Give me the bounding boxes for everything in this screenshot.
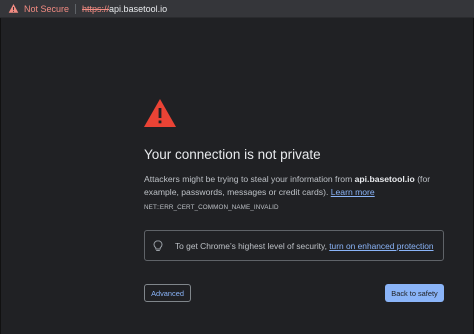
enhanced-protection-prefix: To get Chrome’s highest level of securit… — [175, 240, 330, 251]
enhanced-protection-box: To get Chrome’s highest level of securit… — [144, 230, 444, 261]
url-host: api.basetool.io — [109, 3, 168, 14]
interstitial-page: Your connection is not private Attackers… — [0, 18, 474, 334]
address-divider — [75, 3, 77, 14]
explanation-prefix: Attackers might be trying to steal your … — [144, 174, 355, 184]
not-secure-label[interactable]: Not Secure — [24, 4, 69, 14]
url-text[interactable]: https://api.basetool.io — [82, 4, 167, 14]
lightbulb-icon — [153, 239, 163, 252]
advanced-button[interactable]: Advanced — [144, 284, 191, 302]
learn-more-link[interactable]: Learn more — [331, 187, 375, 197]
back-to-safety-button[interactable]: Back to safety — [385, 284, 444, 302]
enhanced-protection-text: To get Chrome’s highest level of securit… — [175, 241, 434, 251]
page-title: Your connection is not private — [144, 147, 321, 162]
explanation-host: api.basetool.io — [354, 174, 415, 184]
enhanced-protection-link[interactable]: turn on enhanced protection — [329, 241, 433, 251]
address-bar[interactable]: Not Secure https://api.basetool.io — [0, 0, 474, 18]
url-scheme: https:// — [82, 3, 110, 14]
explanation-text: Attackers might be trying to steal your … — [144, 173, 444, 199]
error-code[interactable]: NET::ERR_CERT_COMMON_NAME_INVALID — [144, 204, 279, 211]
warning-triangle-icon — [143, 98, 177, 128]
warning-triangle-icon[interactable] — [8, 3, 19, 14]
